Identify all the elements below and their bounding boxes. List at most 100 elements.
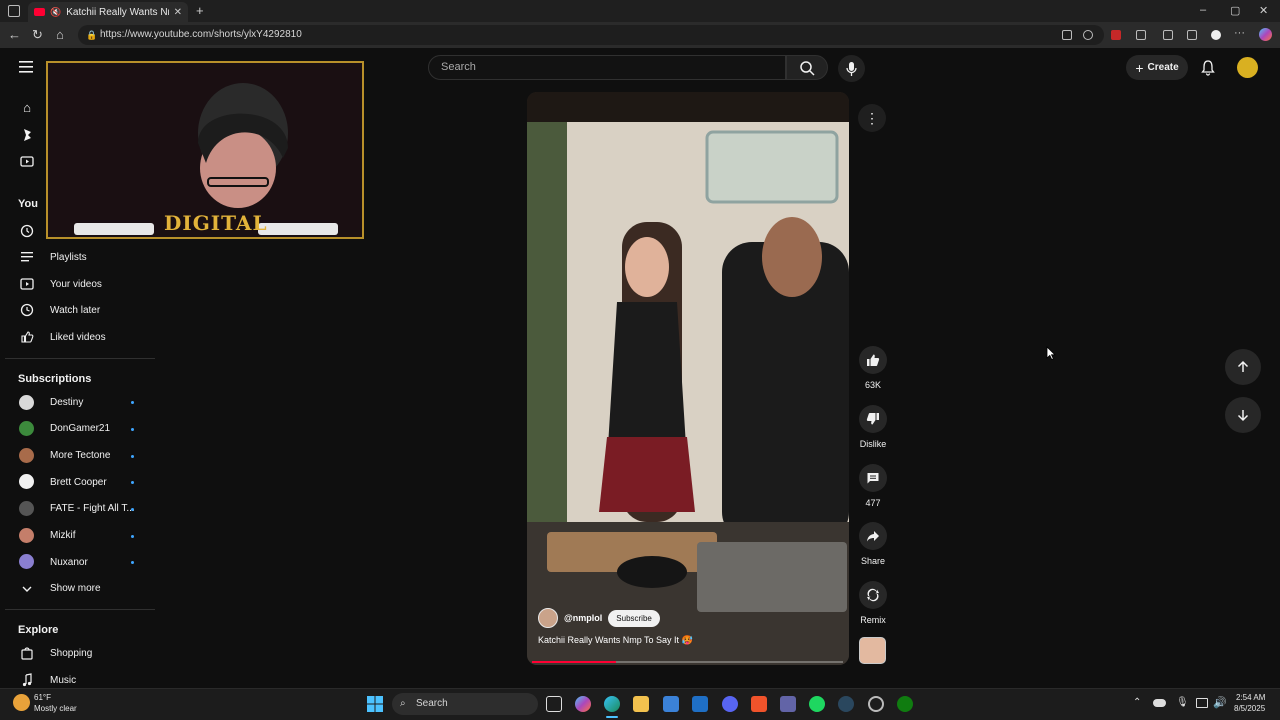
- more-options-button[interactable]: ⋮: [858, 104, 886, 132]
- microphone-tray-icon[interactable]: 🎙: [1176, 697, 1189, 708]
- display-icon[interactable]: [1196, 698, 1208, 708]
- xbox-icon[interactable]: [897, 696, 913, 712]
- subscription-item[interactable]: Destiny: [50, 397, 83, 408]
- previous-short-button[interactable]: [1225, 349, 1261, 385]
- subscription-item[interactable]: Brett Cooper: [50, 477, 107, 488]
- weather-icon[interactable]: [13, 694, 30, 711]
- mute-icon[interactable]: 🔇: [50, 7, 61, 18]
- tab-title: Katchii Really Wants Nmp To: [66, 6, 168, 18]
- search-input[interactable]: Search: [428, 55, 786, 80]
- maximize-icon[interactable]: ▢: [1230, 4, 1240, 17]
- copilot-taskbar-icon[interactable]: [575, 696, 591, 712]
- extension-red-icon[interactable]: [1111, 30, 1121, 40]
- task-view-icon[interactable]: [546, 696, 562, 712]
- subscription-item[interactable]: Mizkif: [50, 530, 76, 541]
- sidebar-item-shopping[interactable]: Shopping: [50, 648, 92, 659]
- user-avatar[interactable]: [1237, 57, 1258, 78]
- settings-gear-icon[interactable]: [868, 696, 884, 712]
- profile-icon[interactable]: [1211, 30, 1221, 40]
- spotify-icon[interactable]: [809, 696, 825, 712]
- sidebar-item-playlists[interactable]: Playlists: [50, 252, 87, 263]
- refresh-icon[interactable]: ↻: [32, 28, 43, 41]
- clock-time[interactable]: 2:54 AM: [1236, 693, 1265, 702]
- share-button[interactable]: [859, 522, 887, 550]
- you-heading[interactable]: You: [18, 198, 38, 210]
- like-button[interactable]: [859, 346, 887, 374]
- music-note-icon: [19, 672, 35, 688]
- taskbar-search[interactable]: ⌕ Search: [392, 693, 538, 715]
- sidebar-item-music[interactable]: Music: [50, 675, 76, 686]
- favorites-icon[interactable]: [1187, 30, 1197, 40]
- copilot-icon[interactable]: [1259, 28, 1272, 41]
- comment-icon: [867, 473, 879, 484]
- weather-temp[interactable]: 61°F: [34, 693, 51, 702]
- arrow-up-icon: [1237, 360, 1249, 372]
- start-windows-icon[interactable]: [367, 696, 383, 712]
- sidebar-item-watch-later[interactable]: Watch later: [50, 305, 100, 316]
- sidebar-item-your-videos[interactable]: Your videos: [50, 279, 102, 290]
- shopping-bag-icon: [19, 645, 35, 661]
- sidebar-item-liked-videos[interactable]: Liked videos: [50, 332, 106, 343]
- volume-icon[interactable]: 🔊: [1213, 696, 1227, 709]
- new-content-dot: [131, 481, 134, 484]
- steam-icon[interactable]: [838, 696, 854, 712]
- app-available-icon[interactable]: [1062, 30, 1072, 40]
- subscribe-button[interactable]: Subscribe: [608, 609, 660, 627]
- progress-bar[interactable]: [532, 661, 843, 663]
- comment-count: 477: [865, 498, 881, 508]
- sound-thumbnail[interactable]: [859, 637, 886, 664]
- comments-button[interactable]: [859, 464, 887, 492]
- new-tab-icon[interactable]: +: [196, 3, 204, 18]
- subscription-item[interactable]: More Tectone: [50, 450, 110, 461]
- close-tab-icon[interactable]: ✕: [174, 7, 182, 18]
- weather-desc[interactable]: Mostly clear: [34, 704, 77, 713]
- edge-browser-icon[interactable]: [604, 696, 620, 712]
- teams-icon[interactable]: [780, 696, 796, 712]
- chevron-up-icon[interactable]: ⌃: [1133, 697, 1141, 708]
- clock-date[interactable]: 8/5/2025: [1234, 704, 1265, 713]
- address-bar[interactable]: 🔒 https://www.youtube.com/shorts/ylxY429…: [78, 25, 1104, 45]
- extension-icon[interactable]: [1136, 30, 1146, 40]
- next-short-button[interactable]: [1225, 397, 1261, 433]
- home-icon[interactable]: ⌂: [56, 28, 64, 41]
- create-button[interactable]: + Create: [1126, 55, 1188, 80]
- shorts-nav-icon[interactable]: [19, 127, 35, 143]
- dislike-button[interactable]: [859, 405, 887, 433]
- share-label: Share: [860, 556, 886, 566]
- close-window-icon[interactable]: ✕: [1259, 4, 1268, 17]
- webcam-overlay: DIGITAL: [46, 61, 364, 239]
- voice-search-button[interactable]: [838, 55, 865, 82]
- show-more-button[interactable]: Show more: [50, 583, 101, 594]
- home-nav-icon[interactable]: ⌂: [19, 100, 35, 116]
- file-explorer-icon[interactable]: [633, 696, 649, 712]
- onedrive-cloud-icon[interactable]: [1153, 699, 1166, 707]
- subscription-item[interactable]: Nuxanor: [50, 557, 88, 568]
- outlook-icon[interactable]: [692, 696, 708, 712]
- short-video-player[interactable]: [527, 92, 849, 665]
- channel-handle[interactable]: @nmplol: [564, 613, 602, 623]
- tab-actions-icon[interactable]: [8, 5, 20, 17]
- brave-icon[interactable]: [751, 696, 767, 712]
- subscriptions-heading[interactable]: Subscriptions: [18, 373, 91, 385]
- remix-icon: [867, 588, 879, 602]
- subscription-item[interactable]: FATE - Fight All T...: [50, 503, 135, 514]
- active-app-indicator: [606, 716, 618, 718]
- extension-2-icon[interactable]: [1163, 30, 1173, 40]
- back-icon[interactable]: ←: [8, 28, 21, 41]
- browser-tab[interactable]: 🔇 Katchii Really Wants Nmp To ✕: [28, 2, 188, 22]
- search-icon: ⌕: [400, 698, 406, 709]
- subscriptions-nav-icon[interactable]: [19, 153, 35, 169]
- channel-avatar[interactable]: [538, 608, 558, 628]
- history-icon[interactable]: [19, 223, 35, 239]
- short-title[interactable]: Katchii Really Wants Nmp To Say It 🥵: [538, 635, 693, 646]
- store-icon[interactable]: [663, 696, 679, 712]
- more-options-icon[interactable]: ···: [1234, 27, 1245, 39]
- discord-icon[interactable]: [722, 696, 738, 712]
- sidebar-divider: [5, 358, 155, 359]
- notifications-bell-icon[interactable]: [1198, 58, 1218, 78]
- search-button[interactable]: [786, 55, 828, 80]
- favorite-star-icon[interactable]: [1083, 30, 1093, 40]
- subscription-item[interactable]: DonGamer21: [50, 423, 110, 434]
- remix-button[interactable]: [859, 581, 887, 609]
- minimize-icon[interactable]: –: [1200, 4, 1206, 16]
